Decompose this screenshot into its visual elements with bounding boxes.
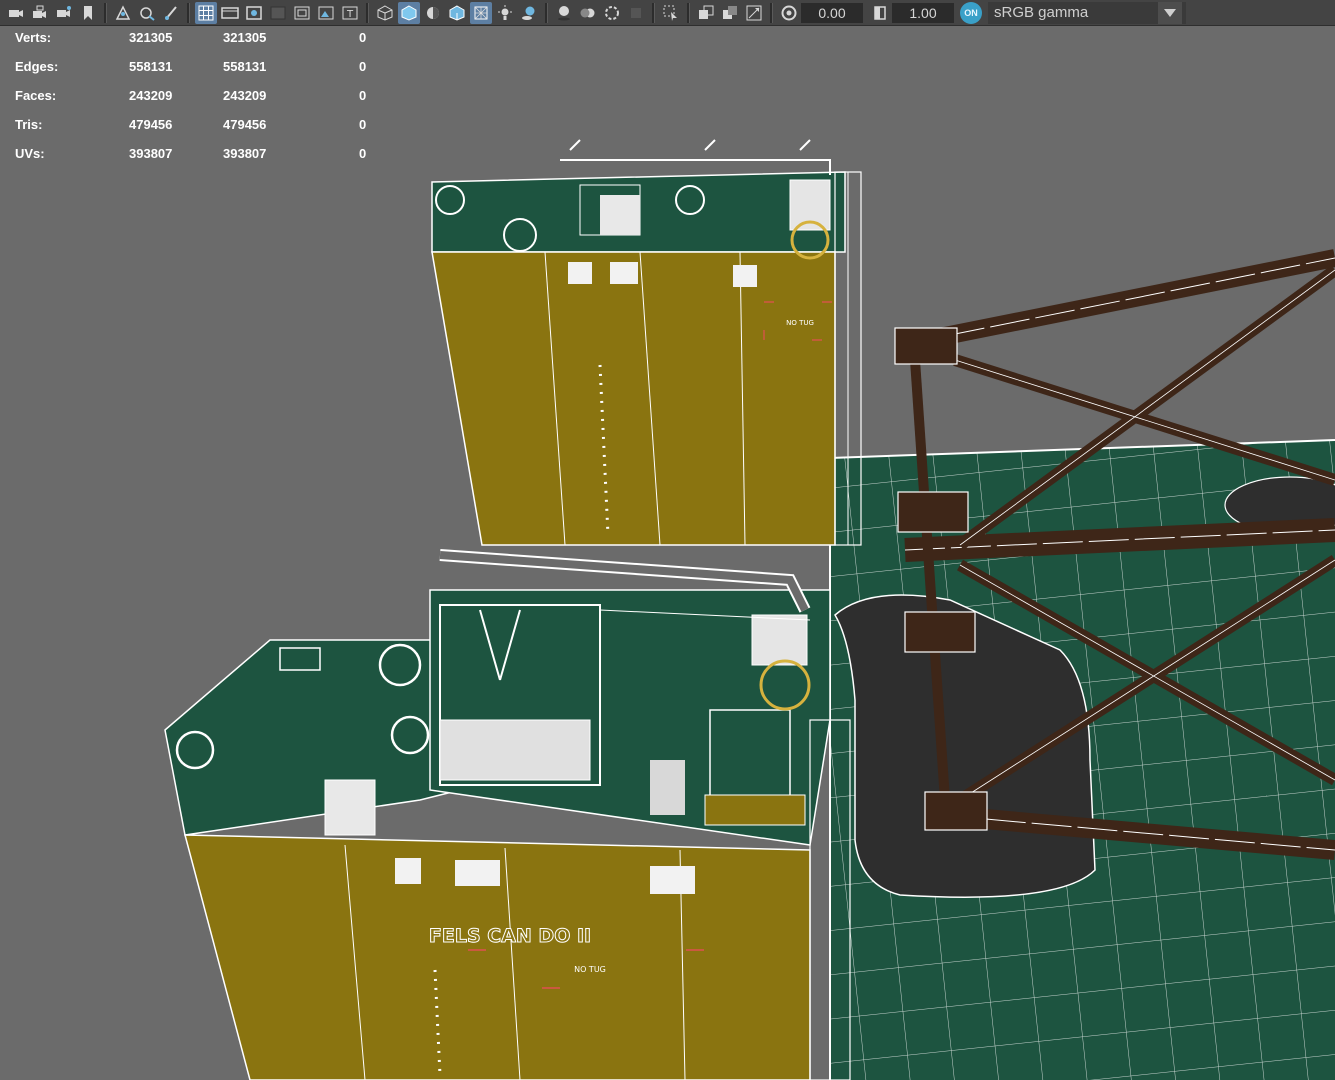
depth-of-field-icon[interactable]	[625, 2, 647, 24]
wireframe-icon[interactable]	[374, 2, 396, 24]
hud-row-edges: Edges: 558131 558131 0	[15, 59, 375, 88]
motion-blur-icon[interactable]	[577, 2, 599, 24]
film-gate-icon[interactable]	[219, 2, 241, 24]
3d-viewport[interactable]: NO TUG FELS CAN DO II NO TUG	[0, 27, 1335, 1080]
hud-value: 321305	[223, 30, 267, 45]
safe-title-icon[interactable]: T	[339, 2, 361, 24]
toolbar-separator	[545, 2, 548, 23]
hud-value: 243209	[129, 88, 173, 103]
hud-label: Edges:	[15, 59, 59, 74]
camera-lock-icon[interactable]	[29, 2, 51, 24]
field-chart-icon[interactable]	[291, 2, 313, 24]
wireframe-on-shaded-icon[interactable]	[446, 2, 468, 24]
toolbar-separator	[652, 2, 655, 23]
hud-value: 393807	[129, 146, 173, 161]
paint-icon[interactable]	[160, 2, 182, 24]
exposure-field[interactable]: 0.00	[801, 2, 863, 23]
gamma-icon[interactable]	[869, 2, 891, 24]
xray-active-icon[interactable]	[695, 2, 717, 24]
toolbar-separator	[104, 2, 107, 23]
hud-value: 0	[359, 59, 367, 74]
hud-value: 0	[359, 88, 367, 103]
toolbar-separator	[687, 2, 690, 23]
resolution-gate-icon[interactable]	[243, 2, 265, 24]
hud-label: Faces:	[15, 88, 57, 103]
xray-icon[interactable]	[470, 1, 492, 24]
smooth-shade-icon[interactable]	[398, 1, 420, 24]
backface-culling-icon[interactable]	[743, 2, 765, 24]
camera-icon[interactable]	[5, 2, 27, 24]
bookmark-icon[interactable]	[77, 2, 99, 24]
isolate-select-icon[interactable]	[660, 2, 682, 24]
lights-icon[interactable]	[494, 2, 516, 24]
hud-value: 479456	[129, 117, 173, 132]
hud-value: 558131	[223, 59, 267, 74]
toolbar-separator	[770, 2, 773, 23]
hud-value: 479456	[223, 117, 267, 132]
grease-pencil-icon[interactable]	[136, 2, 158, 24]
hud-row-faces: Faces: 243209 243209 0	[15, 88, 375, 117]
chevron-down-icon[interactable]	[1158, 1, 1182, 24]
xray-joints-icon[interactable]	[719, 2, 741, 24]
hull-name: FELS CAN DO II	[429, 925, 591, 947]
hud-value: 558131	[129, 59, 173, 74]
toolbar-separator	[366, 2, 369, 23]
hud-row-verts: Verts: 321305 321305 0	[15, 30, 375, 59]
hud-label: Verts:	[15, 30, 52, 45]
hud-label: UVs:	[15, 146, 45, 161]
sign-lower: NO TUG	[574, 965, 606, 974]
hud-row-uvs: UVs: 393807 393807 0	[15, 146, 375, 175]
gamma-field[interactable]: 1.00	[892, 2, 954, 23]
poly-count-hud: Verts: 321305 321305 0 Edges: 558131 558…	[15, 30, 375, 175]
gate-mask-icon[interactable]	[267, 2, 289, 24]
lower-tower: FELS CAN DO II NO TUG	[164, 549, 851, 1080]
image-plane-icon[interactable]	[112, 2, 134, 24]
viewport-toolbar: T 0.00 1.00 ON sRGB gamma	[0, 0, 1335, 26]
hud-value: 0	[359, 30, 367, 45]
toolbar-separator	[187, 2, 190, 23]
color-space-dropdown[interactable]: sRGB gamma	[988, 1, 1186, 24]
hud-value: 393807	[223, 146, 267, 161]
hud-row-tris: Tris: 479456 479456 0	[15, 117, 375, 146]
camera-attributes-icon[interactable]	[53, 2, 75, 24]
hud-value: 0	[359, 117, 367, 132]
hud-value: 243209	[223, 88, 267, 103]
hud-value: 321305	[129, 30, 173, 45]
color-management-toggle[interactable]: ON	[960, 1, 982, 24]
shadows-icon[interactable]	[518, 2, 540, 24]
default-material-icon[interactable]	[422, 2, 444, 24]
safe-action-icon[interactable]	[315, 2, 337, 24]
color-space-value: sRGB gamma	[994, 3, 1089, 21]
hud-value: 0	[359, 146, 367, 161]
sign-upper: NO TUG	[786, 319, 814, 327]
grid-icon[interactable]	[195, 1, 217, 24]
exposure-icon[interactable]	[778, 2, 800, 24]
svg-text:T: T	[346, 9, 354, 20]
hud-label: Tris:	[15, 117, 43, 132]
anti-aliasing-icon[interactable]	[601, 2, 623, 24]
upper-tower: NO TUG	[431, 139, 862, 546]
ambient-occlusion-icon[interactable]	[553, 2, 575, 24]
